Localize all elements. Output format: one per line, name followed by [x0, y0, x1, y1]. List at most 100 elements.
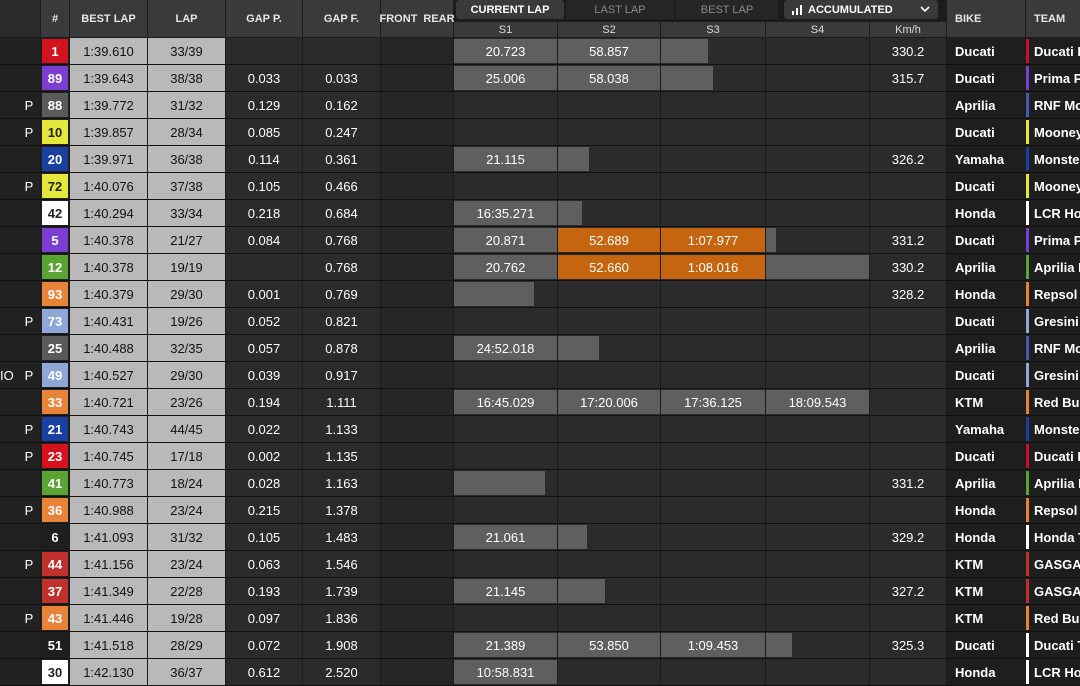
rider-number[interactable]: 89: [42, 66, 68, 90]
sector-s1-time: [454, 92, 557, 118]
tab-best-lap[interactable]: BEST LAP: [676, 0, 778, 19]
table-row[interactable]: P 361:40.98823/240.2151.378 HondaRepsol H: [0, 497, 1080, 524]
rider-number[interactable]: 1: [42, 39, 68, 63]
rider-number[interactable]: 72: [42, 174, 68, 198]
rider-number[interactable]: 44: [42, 552, 68, 576]
bike-make: Honda: [947, 659, 1025, 685]
gap-previous: 0.002: [226, 443, 302, 469]
header-bike[interactable]: BIKE: [947, 0, 1025, 37]
sector-s4-time: [766, 605, 869, 631]
rider-number[interactable]: 49: [42, 363, 68, 387]
table-row[interactable]: 33 1:40.721 23/26 0.194 1.111 16:45.029 17:20.…: [0, 389, 1080, 416]
team-color-stripe: [1026, 444, 1029, 468]
table-row[interactable]: IO P 49 1:40.527 29/30 0.039 0.917 Ducati Gresin…: [0, 362, 1080, 389]
pit-indicator: [22, 470, 36, 496]
sector-s3-time: [661, 578, 765, 604]
gap-previous: 0.022: [226, 416, 302, 442]
status-prefix: [0, 443, 16, 469]
rider-number[interactable]: 5: [42, 228, 68, 252]
rider-number[interactable]: 33: [42, 390, 68, 414]
rider-number[interactable]: 6: [42, 525, 68, 549]
table-row[interactable]: P 881:39.77231/320.1290.162 ApriliaRNF Mot: [0, 92, 1080, 119]
sector-s3-time: [661, 497, 765, 523]
view-select[interactable]: ACCUMULATED: [784, 0, 938, 19]
rider-number[interactable]: 25: [42, 336, 68, 360]
header-s2: S2: [558, 22, 660, 37]
rider-number[interactable]: 10: [42, 120, 68, 144]
table-row[interactable]: 42 1:40.294 33/34 0.218 0.684 16:35.271 Honda L…: [0, 200, 1080, 227]
best-lap-time: 1:39.857: [70, 119, 147, 145]
table-row[interactable]: 30 1:42.130 36/37 0.612 2.520 10:58.831 Honda L…: [0, 659, 1080, 686]
sector-s3-time: [661, 173, 765, 199]
header-best-lap[interactable]: BEST LAP: [70, 0, 147, 37]
rider-number[interactable]: 37: [42, 579, 68, 603]
table-row[interactable]: 41 1:40.773 18/24 0.028 1.163 331.2 Aprilia Apr…: [0, 470, 1080, 497]
sector-s4-time: [766, 281, 869, 307]
rider-number[interactable]: 73: [42, 309, 68, 333]
sector-s2-time: [558, 308, 660, 334]
sector-s1-time: [454, 416, 557, 442]
table-row[interactable]: P 10 1:39.857 28/34 0.085 0.247 Ducati Mooney: [0, 119, 1080, 146]
table-row[interactable]: P 441:41.15623/240.0631.546 KTMGASGAS: [0, 551, 1080, 578]
sector-s3-time: 1:07.977: [687, 232, 739, 248]
team-color-stripe: [1026, 498, 1029, 522]
header-lap[interactable]: LAP: [148, 0, 225, 37]
team-name: Honda T: [1026, 524, 1080, 550]
rider-number[interactable]: 21: [42, 417, 68, 441]
team-name: Monster: [1026, 146, 1080, 172]
rider-number[interactable]: 36: [42, 498, 68, 522]
lap-count: 29/30: [148, 281, 225, 307]
gap-first: 0.821: [303, 308, 380, 334]
gap-previous: [226, 38, 302, 64]
sector-s4-time: [766, 551, 869, 577]
rider-number[interactable]: 42: [42, 201, 68, 225]
table-row[interactable]: 37 1:41.349 22/28 0.193 1.739 21.145 327.2 KTM G…: [0, 578, 1080, 605]
tab-current-lap[interactable]: CURRENT LAP: [456, 0, 564, 19]
table-row[interactable]: 12 1:40.378 19/19 0.768 20.762 52.660 1:08.016…: [0, 254, 1080, 281]
rider-number[interactable]: 93: [42, 282, 68, 306]
rider-number[interactable]: 51: [42, 633, 68, 657]
sector-s3-time: [661, 659, 765, 685]
pit-indicator: [22, 335, 36, 361]
rider-number[interactable]: 23: [42, 444, 68, 468]
table-row[interactable]: 93 1:40.379 29/30 0.001 0.769 328.2 Honda Repso…: [0, 281, 1080, 308]
sector-s4-time: [766, 308, 869, 334]
rider-number[interactable]: 43: [42, 606, 68, 630]
table-row[interactable]: P 73 1:40.431 19/26 0.052 0.821 Ducati Gresini …: [0, 308, 1080, 335]
team-name: Mooney: [1026, 173, 1080, 199]
rider-number[interactable]: 12: [42, 255, 68, 279]
bike-make: KTM: [947, 578, 1025, 604]
table-row[interactable]: P 72 1:40.076 37/38 0.105 0.466 Ducati Mooney: [0, 173, 1080, 200]
sector-s3-time: [661, 119, 765, 145]
status-prefix: [0, 632, 16, 658]
sector-s2-time: [558, 578, 660, 604]
sector-s1-time: 21.115: [486, 151, 525, 167]
rider-number[interactable]: 20: [42, 147, 68, 171]
pit-indicator: [22, 200, 36, 226]
rider-number[interactable]: 41: [42, 471, 68, 495]
header-team[interactable]: TEAM: [1026, 0, 1080, 37]
best-lap-time: 1:40.488: [70, 335, 147, 361]
rider-number[interactable]: 88: [42, 93, 68, 117]
gap-first: 0.162: [303, 92, 380, 118]
table-row[interactable]: 20 1:39.971 36/38 0.114 0.361 21.115 326.2 Yama…: [0, 146, 1080, 173]
table-row[interactable]: 51 1:41.518 28/29 0.072 1.908 21.389 53.850 1:0…: [0, 632, 1080, 659]
header-gap-p[interactable]: GAP P.: [226, 0, 302, 37]
sector-s1-time: 10:58.831: [476, 664, 535, 680]
rider-number[interactable]: 30: [42, 660, 68, 684]
table-row[interactable]: P 21 1:40.743 44/45 0.022 1.133 Yamaha Monster: [0, 416, 1080, 443]
table-row[interactable]: P 231:40.74517/180.0021.135 DucatiDucati L…: [0, 443, 1080, 470]
tyre-cell: [381, 524, 453, 550]
header-gap-f[interactable]: GAP F.: [303, 0, 380, 37]
table-row[interactable]: P 431:41.44619/280.0971.836 KTMRed Bull: [0, 605, 1080, 632]
tab-last-lap[interactable]: LAST LAP: [566, 0, 674, 19]
pit-indicator: [22, 146, 36, 172]
table-row[interactable]: 6 1:41.093 31/32 0.105 1.483 21.061 329.2 Honda…: [0, 524, 1080, 551]
table-row[interactable]: 25 1:40.488 32/35 0.057 0.878 24:52.018 Aprili…: [0, 335, 1080, 362]
top-speed: 328.2: [870, 281, 946, 307]
table-row[interactable]: 1 1:39.610 33/39 20.723 58.857 330.2 Ducati Duc…: [0, 38, 1080, 65]
header-number[interactable]: #: [41, 0, 69, 37]
table-row[interactable]: 89 1:39.643 38/38 0.033 0.033 25.006 58.038 315…: [0, 65, 1080, 92]
pit-indicator: P: [24, 313, 34, 329]
table-row[interactable]: 5 1:40.378 21/27 0.084 0.768 20.871 52.689 1:07…: [0, 227, 1080, 254]
